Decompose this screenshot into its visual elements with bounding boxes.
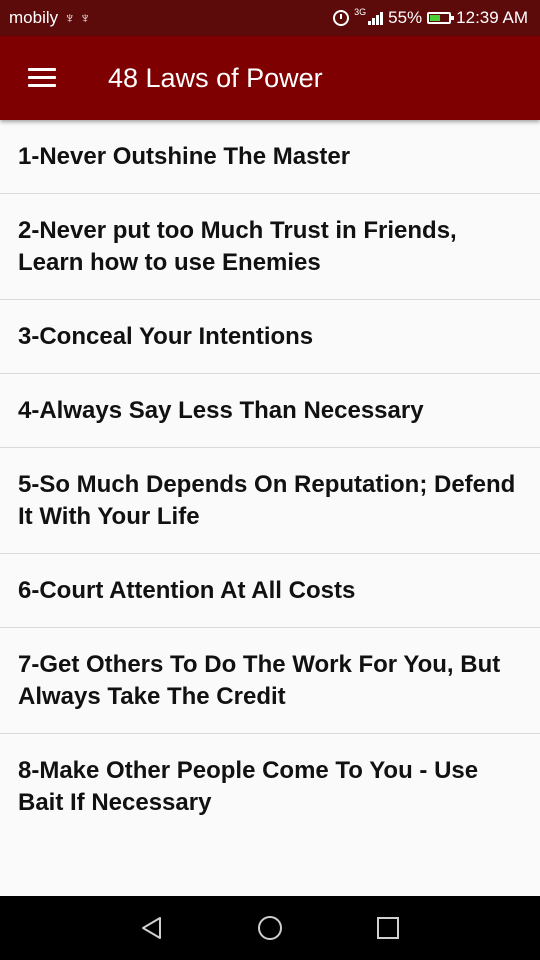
recents-button[interactable] [373,913,403,943]
recents-square-icon [377,917,399,939]
clock: 12:39 AM [456,8,528,27]
home-button[interactable] [255,913,285,943]
network-type-label: 3G [354,7,367,17]
back-triangle-icon [142,917,161,939]
usb-icon: ♆ ♆ [64,9,91,27]
status-right: 3G 55% 12:39 AM [333,7,540,28]
list-item[interactable]: 5-So Much Depends On Reputation; Defend … [0,448,540,554]
app-title: 48 Laws of Power [108,62,323,93]
hamburger-menu-icon [28,68,56,88]
list-item[interactable]: 3-Conceal Your Intentions [0,300,540,374]
battery-percent: 55% [388,8,423,27]
battery-icon [427,12,455,24]
status-left: mobily ♆ ♆ [0,8,91,28]
menu-button[interactable] [14,50,70,106]
home-circle-icon [258,916,282,940]
list-item[interactable]: 8-Make Other People Come To You - Use Ba… [0,734,540,840]
carrier-name: mobily [9,8,59,27]
list-item[interactable]: 2-Never put too Much Trust in Friends, L… [0,194,540,300]
list-item[interactable]: 1-Never Outshine The Master [0,120,540,194]
signal-icon [368,11,384,25]
status-bar: mobily ♆ ♆ 3G 55% 12:39 AM [0,0,540,36]
alarm-icon [333,10,350,26]
list-item[interactable]: 4-Always Say Less Than Necessary [0,374,540,448]
back-button[interactable] [137,913,167,943]
list-item[interactable]: 6-Court Attention At All Costs [0,554,540,628]
navigation-bar [0,896,540,960]
law-list[interactable]: 1-Never Outshine The Master 2-Never put … [0,120,540,896]
app-bar: 48 Laws of Power [0,36,540,120]
battery-fill [430,15,441,21]
list-item[interactable]: 7-Get Others To Do The Work For You, But… [0,628,540,734]
